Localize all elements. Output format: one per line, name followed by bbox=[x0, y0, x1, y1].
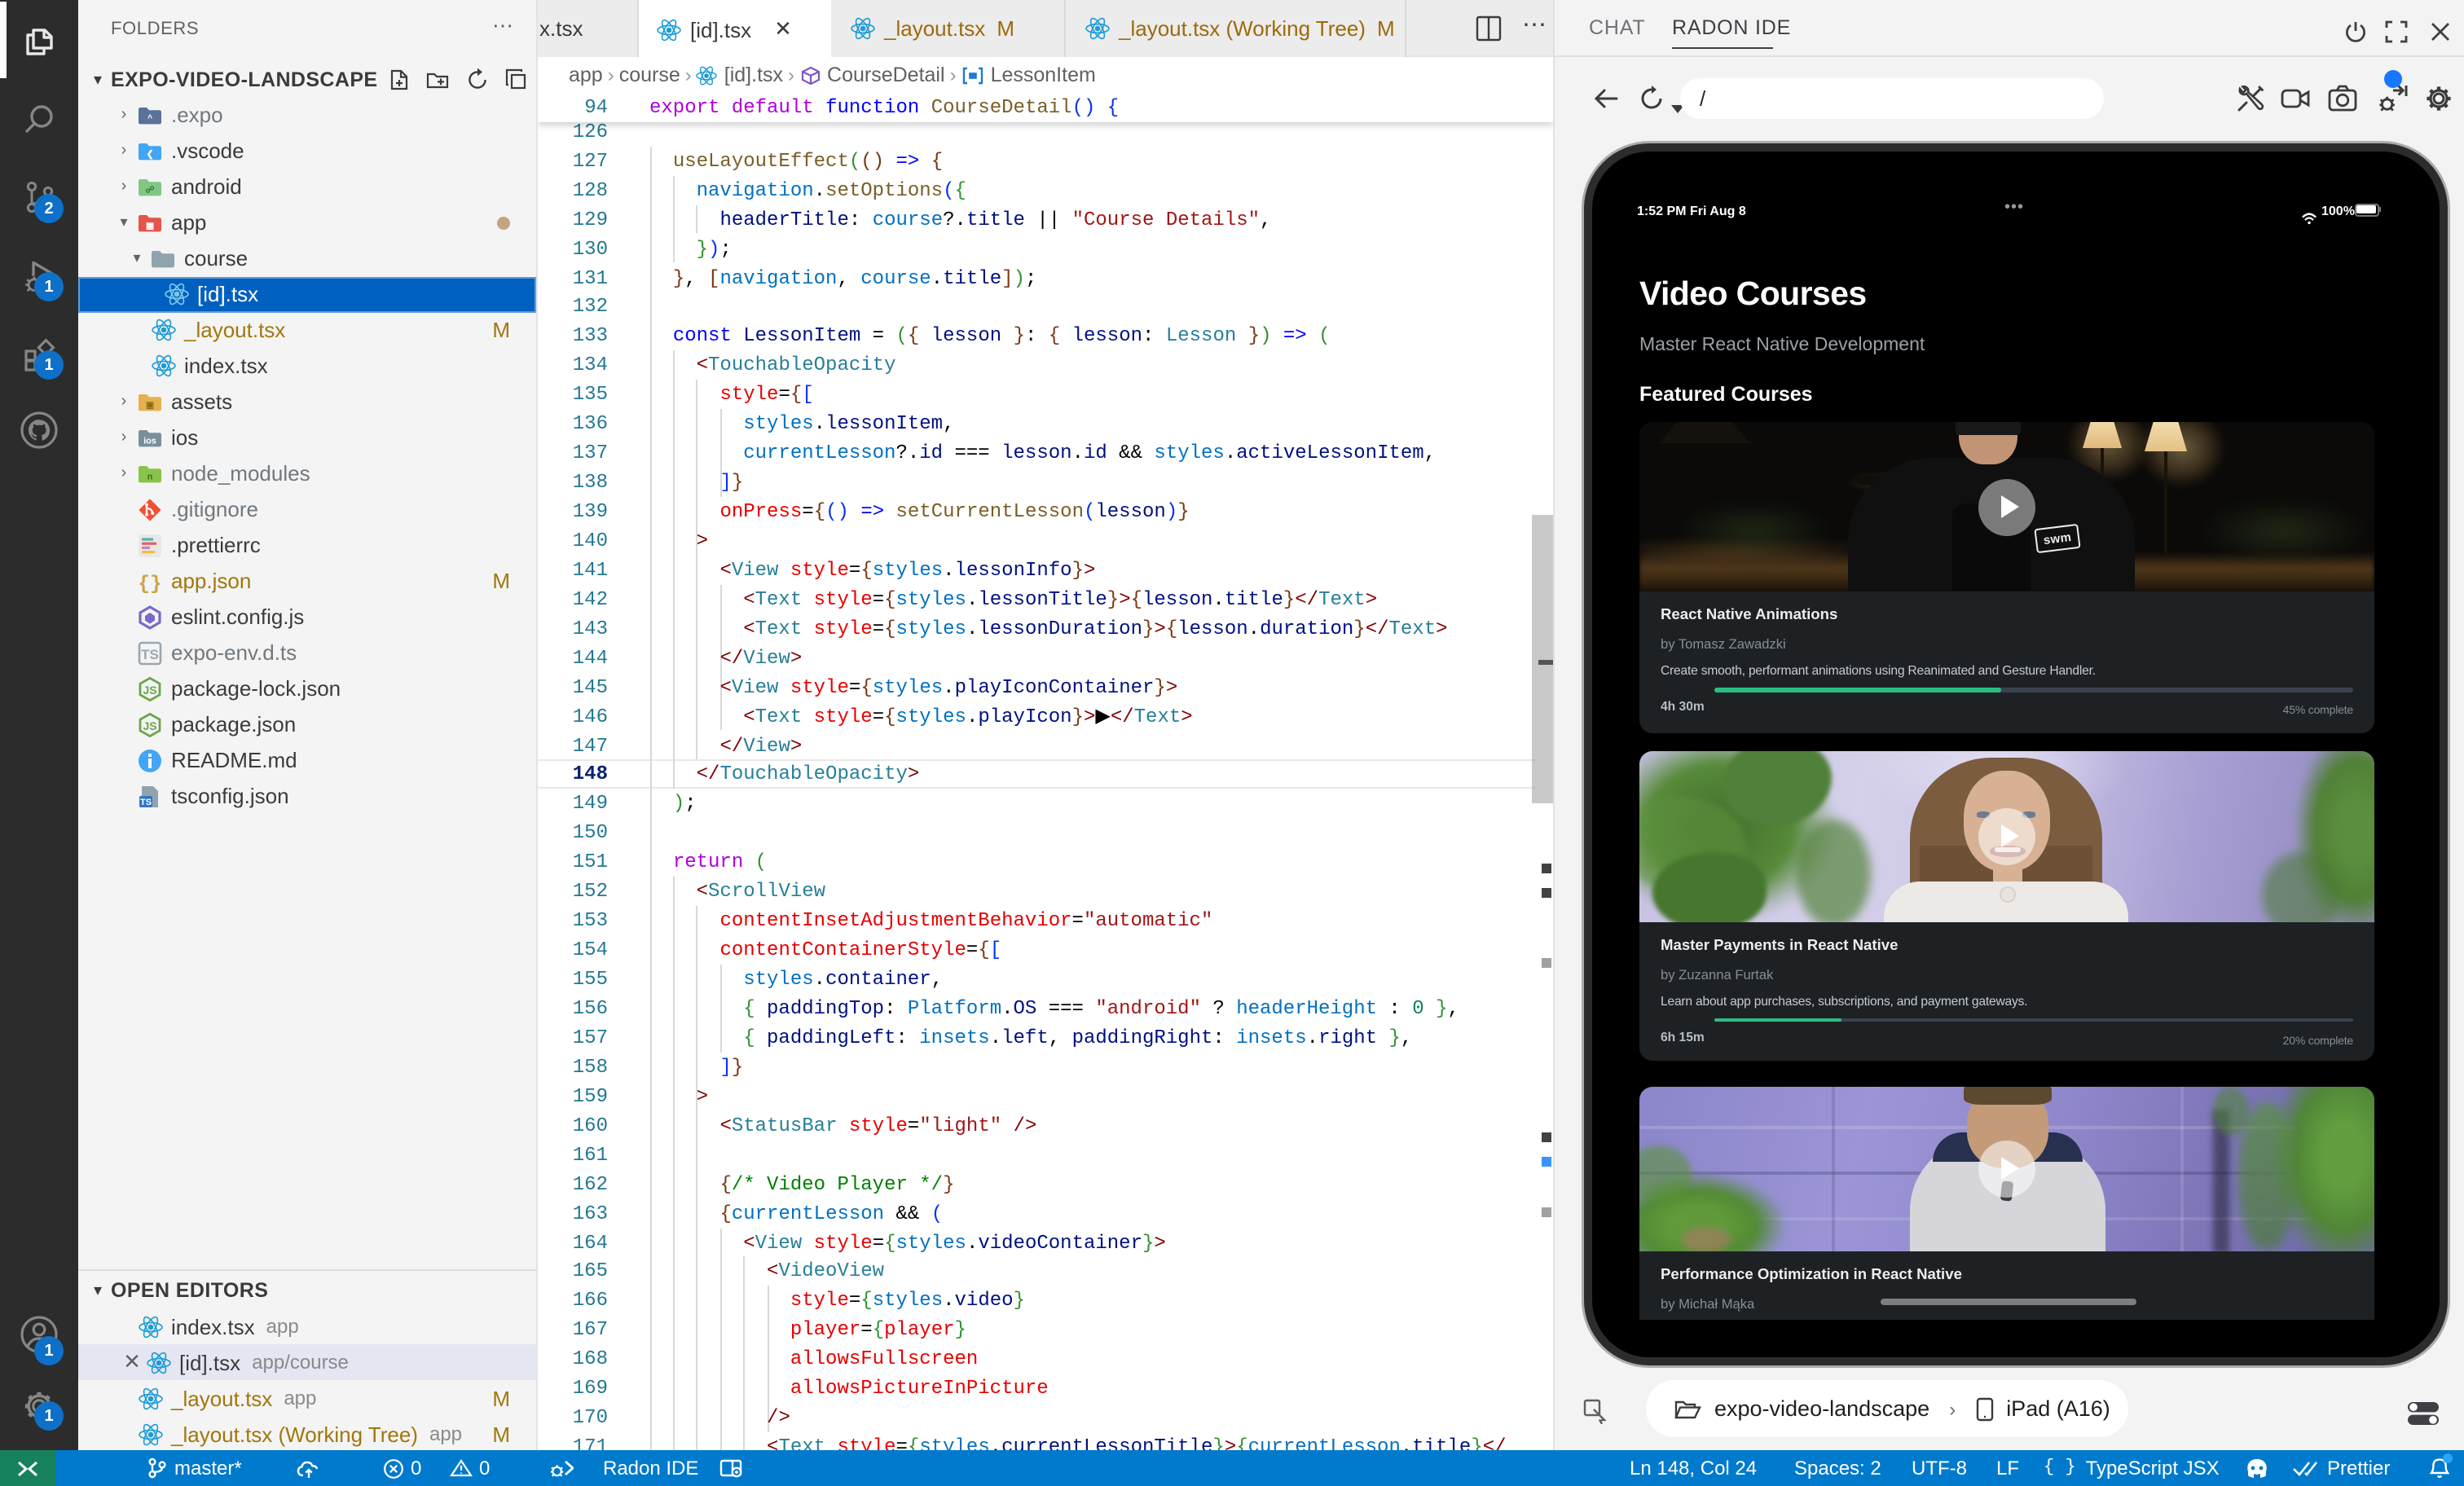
svg-text:JS: JS bbox=[143, 719, 156, 732]
svg-text:^: ^ bbox=[147, 113, 153, 123]
svg-text:❮: ❮ bbox=[146, 149, 153, 159]
svg-text:{}: {} bbox=[139, 573, 162, 594]
svg-text:▦: ▦ bbox=[146, 221, 154, 231]
svg-text:TS: TS bbox=[141, 646, 159, 662]
svg-text:▣: ▣ bbox=[146, 400, 154, 410]
svg-text:JS: JS bbox=[143, 683, 156, 696]
svg-text:TS: TS bbox=[140, 797, 152, 807]
svg-text:ios: ios bbox=[143, 436, 156, 446]
svg-text:☍: ☍ bbox=[146, 185, 155, 195]
svg-text:n: n bbox=[147, 472, 153, 481]
